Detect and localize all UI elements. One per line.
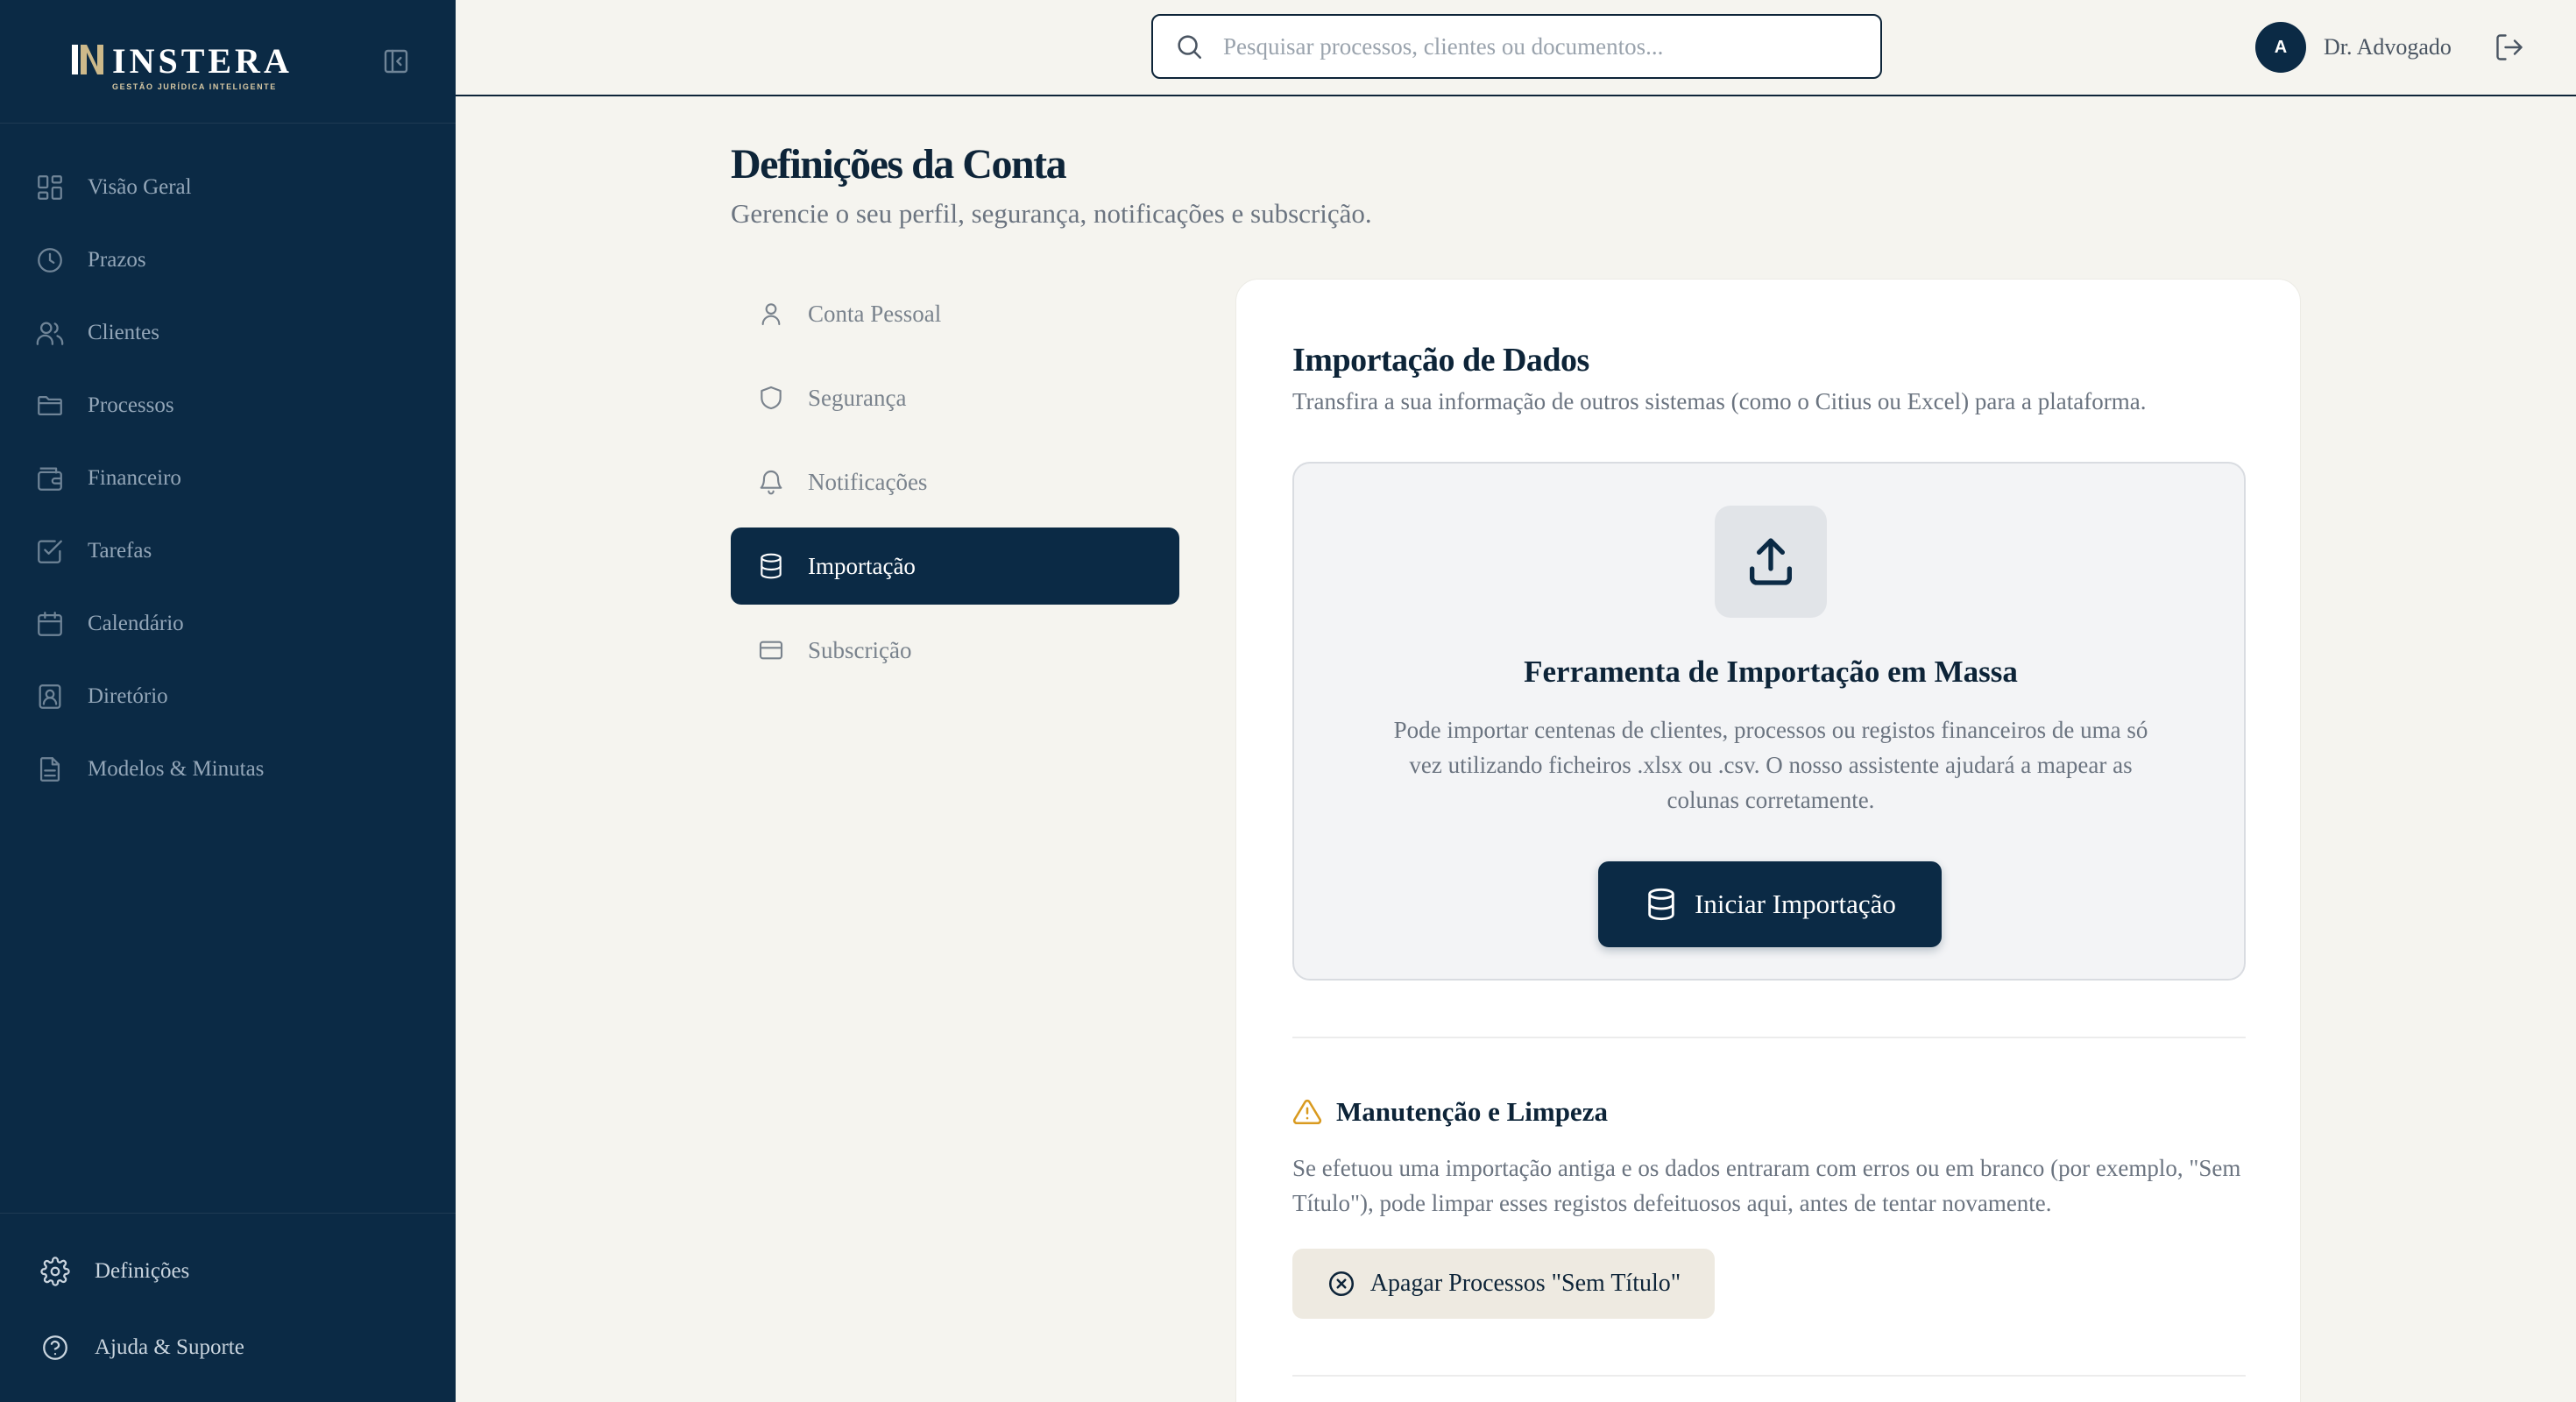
collapse-sidebar-icon[interactable] <box>382 47 410 75</box>
sidebar-item-label: Ajuda & Suporte <box>95 1335 244 1359</box>
close-circle-icon <box>1328 1271 1354 1297</box>
wallet-icon <box>38 467 62 491</box>
sidebar-item-financeiro[interactable]: Financeiro <box>0 442 456 514</box>
sidebar-item-tarefas[interactable]: Tarefas <box>0 514 456 587</box>
page-title: Definições da Conta <box>731 141 1067 188</box>
sidebar-item-modelos-minutas[interactable]: Modelos & Minutas <box>0 733 456 805</box>
tab-notificacoes[interactable]: Notificações <box>731 443 1179 520</box>
database-icon <box>761 553 782 579</box>
warning-icon <box>1292 1099 1322 1125</box>
shield-icon <box>761 386 782 410</box>
database-icon <box>1648 888 1674 921</box>
sidebar-item-label: Processos <box>88 393 174 417</box>
user-icon <box>761 303 781 326</box>
tab-subscricao[interactable]: Subscrição <box>731 612 1179 689</box>
user-name: Dr. Advogado <box>2324 34 2452 60</box>
checkbox-icon <box>38 540 62 563</box>
dashboard-icon <box>38 174 62 200</box>
sidebar-item-clientes[interactable]: Clientes <box>0 296 456 369</box>
settings-tabs: Conta Pessoal Segurança Notificações Imp… <box>731 275 1179 696</box>
logo-monogram-icon <box>72 45 103 74</box>
search-icon <box>1178 35 1202 60</box>
clock-icon <box>38 247 62 273</box>
search-input[interactable] <box>1223 32 1872 60</box>
brand-tagline: GESTÃO JURÍDICA INTELIGENTE <box>112 82 277 91</box>
section-title: Importação de Dados <box>1292 342 1589 379</box>
sidebar-nav: Visão Geral Prazos Clientes Processos Fi… <box>0 151 456 805</box>
sidebar-item-prazos[interactable]: Prazos <box>0 223 456 296</box>
folder-icon <box>38 395 62 415</box>
help-icon <box>43 1335 67 1360</box>
sidebar-item-label: Definições <box>95 1258 190 1283</box>
contact-book-icon <box>39 683 61 709</box>
sidebar-item-label: Prazos <box>88 247 146 272</box>
start-import-label: Iniciar Importação <box>1695 889 1896 919</box>
brand-header: INSTERA GESTÃO JURÍDICA INTELIGENTE <box>0 0 456 124</box>
sidebar-item-visao-geral[interactable]: Visão Geral <box>0 151 456 223</box>
upload-tile <box>1715 506 1827 618</box>
sidebar-item-label: Diretório <box>88 683 168 708</box>
logo[interactable]: INSTERA GESTÃO JURÍDICA INTELIGENTE <box>70 42 293 91</box>
tab-label: Importação <box>808 552 916 579</box>
sidebar-footer: Definições Ajuda & Suporte <box>0 1213 456 1385</box>
sidebar-item-label: Tarefas <box>88 538 152 563</box>
import-settings-card: Importação de Dados Transfira a sua info… <box>1235 279 2301 1402</box>
sidebar-item-diretorio[interactable]: Diretório <box>0 660 456 733</box>
calendar-icon <box>38 611 62 636</box>
delete-untitled-button[interactable]: Apagar Processos "Sem Título" <box>1292 1249 1715 1319</box>
tab-label: Notificações <box>808 468 928 495</box>
upload-icon <box>1750 538 1792 585</box>
bulk-import-title: Ferramenta de Importação em Massa <box>1524 655 2018 689</box>
tab-seguranca[interactable]: Segurança <box>731 359 1179 436</box>
sidebar-item-label: Calendário <box>88 611 184 635</box>
maintenance-title: Manutenção e Limpeza <box>1336 1096 1608 1127</box>
sidebar: INSTERA GESTÃO JURÍDICA INTELIGENTE Visã… <box>0 0 456 1402</box>
sidebar-item-ajuda-suporte[interactable]: Ajuda & Suporte <box>0 1309 456 1385</box>
top-bar: A Dr. Advogado <box>456 0 2576 96</box>
sidebar-item-label: Financeiro <box>88 465 181 490</box>
document-icon <box>39 756 60 782</box>
page-subtitle: Gerencie o seu perfil, segurança, notifi… <box>731 198 1372 229</box>
tab-label: Subscrição <box>808 636 912 663</box>
tab-importacao[interactable]: Importação <box>731 528 1179 605</box>
bell-icon <box>760 471 782 495</box>
sidebar-item-label: Clientes <box>88 320 159 344</box>
bulk-import-description: Pode importar centenas de clientes, proc… <box>1393 717 2148 813</box>
section-divider <box>1292 1375 2246 1377</box>
start-import-button[interactable]: Iniciar Importação <box>1598 861 1942 947</box>
sidebar-item-definicoes[interactable]: Definições <box>0 1233 456 1309</box>
user-menu[interactable]: A Dr. Advogado <box>2255 22 2452 73</box>
brand-name: INSTERA <box>112 41 293 81</box>
sidebar-item-label: Visão Geral <box>88 174 192 199</box>
bulk-import-panel: Ferramenta de Importação em Massa Pode i… <box>1292 462 2246 981</box>
users-icon <box>36 322 64 345</box>
delete-untitled-label: Apagar Processos "Sem Título" <box>1369 1270 1681 1297</box>
maintenance-header: Manutenção e Limpeza <box>1292 1096 1608 1128</box>
section-description: Transfira a sua informação de outros sis… <box>1292 388 2147 414</box>
tab-label: Conta Pessoal <box>808 300 942 327</box>
search-box[interactable] <box>1151 14 1882 79</box>
tab-label: Segurança <box>808 384 907 411</box>
maintenance-description: Se efetuou uma importação antiga e os da… <box>1292 1155 2241 1216</box>
sidebar-item-label: Modelos & Minutas <box>88 756 265 781</box>
logout-icon[interactable] <box>2494 32 2525 63</box>
section-divider <box>1292 1037 2246 1038</box>
tab-conta-pessoal[interactable]: Conta Pessoal <box>731 275 1179 352</box>
sidebar-item-calendario[interactable]: Calendário <box>0 587 456 660</box>
gear-icon <box>40 1256 70 1286</box>
sidebar-item-processos[interactable]: Processos <box>0 369 456 442</box>
avatar[interactable]: A <box>2255 22 2306 73</box>
credit-card-icon <box>759 641 783 660</box>
